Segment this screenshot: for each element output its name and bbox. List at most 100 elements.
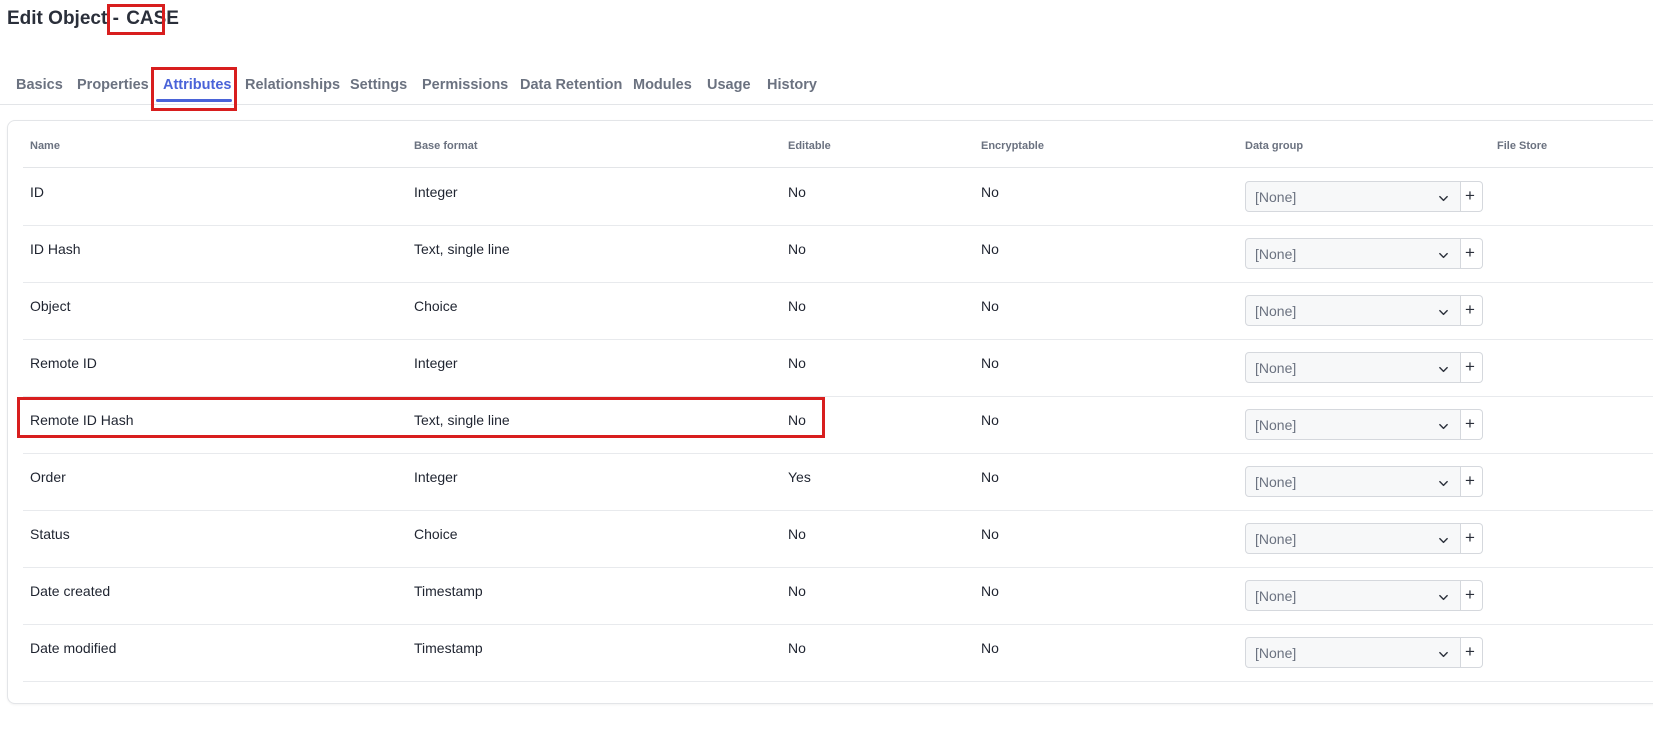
plus-icon: + — [1465, 414, 1475, 433]
chevron-down-icon — [1438, 590, 1449, 601]
data-group-select-value: [None] — [1255, 645, 1297, 661]
cell-name: ID Hash — [30, 241, 81, 257]
chevron-down-icon — [1438, 191, 1449, 202]
cell-base-format: Timestamp — [414, 583, 483, 599]
plus-icon: + — [1465, 300, 1475, 319]
column-header-base-format[interactable]: Base format — [414, 140, 478, 152]
tab-bar: Basics Properties Attributes Relationshi… — [0, 70, 1653, 105]
cell-name: Date modified — [30, 640, 117, 656]
cell-editable: No — [788, 184, 806, 200]
tab-properties[interactable]: Properties — [77, 77, 149, 93]
cell-editable: No — [788, 298, 806, 314]
plus-icon: + — [1465, 186, 1475, 205]
table-row: ID Hash Text, single line No No [None] + — [23, 225, 1653, 283]
table-row: Date modified Timestamp No No [None] + — [23, 624, 1653, 682]
tab-usage[interactable]: Usage — [707, 77, 751, 93]
data-group-select[interactable]: [None] — [1245, 466, 1461, 497]
cell-editable: No — [788, 640, 806, 656]
plus-icon: + — [1465, 528, 1475, 547]
cell-base-format: Integer — [414, 469, 458, 485]
tab-modules[interactable]: Modules — [633, 77, 692, 93]
chevron-down-icon — [1438, 419, 1449, 430]
plus-icon: + — [1465, 471, 1475, 490]
cell-encryptable: No — [981, 241, 999, 257]
cell-base-format: Text, single line — [414, 241, 510, 257]
data-group-select[interactable]: [None] — [1245, 580, 1461, 611]
tab-history[interactable]: History — [767, 77, 817, 93]
cell-encryptable: No — [981, 355, 999, 371]
plus-icon: + — [1465, 585, 1475, 604]
cell-name: Remote ID — [30, 355, 97, 371]
add-data-group-button[interactable]: + — [1461, 352, 1483, 383]
data-group-select-value: [None] — [1255, 474, 1297, 490]
cell-editable: No — [788, 241, 806, 257]
data-group-select-value: [None] — [1255, 531, 1297, 547]
tab-permissions[interactable]: Permissions — [422, 77, 508, 93]
add-data-group-button[interactable]: + — [1461, 523, 1483, 554]
column-header-name[interactable]: Name — [30, 140, 60, 152]
column-header-data-group[interactable]: Data group — [1245, 140, 1303, 152]
tab-settings[interactable]: Settings — [350, 77, 407, 93]
data-group-select[interactable]: [None] — [1245, 181, 1461, 212]
column-header-editable[interactable]: Editable — [788, 140, 831, 152]
table-row: Order Integer Yes No [None] + — [23, 453, 1653, 511]
table-row: Date created Timestamp No No [None] + — [23, 567, 1653, 625]
data-group-select-value: [None] — [1255, 360, 1297, 376]
data-group-select[interactable]: [None] — [1245, 523, 1461, 554]
cell-name: Date created — [30, 583, 111, 599]
cell-name: ID — [30, 184, 44, 200]
data-group-select-value: [None] — [1255, 588, 1297, 604]
cell-base-format: Integer — [414, 355, 458, 371]
cell-editable: Yes — [788, 469, 811, 485]
highlight-box-row — [17, 397, 825, 438]
table-row: ID Integer No No [None] + — [23, 168, 1653, 226]
data-group-select[interactable]: [None] — [1245, 637, 1461, 668]
column-header-file-store[interactable]: File Store — [1497, 140, 1547, 152]
data-group-select-value: [None] — [1255, 246, 1297, 262]
chevron-down-icon — [1438, 305, 1449, 316]
chevron-down-icon — [1438, 248, 1449, 259]
chevron-down-icon — [1438, 533, 1449, 544]
cell-base-format: Choice — [414, 526, 458, 542]
data-group-select-value: [None] — [1255, 189, 1297, 205]
data-group-select[interactable]: [None] — [1245, 352, 1461, 383]
cell-base-format: Integer — [414, 184, 458, 200]
table-header: Name Base format Editable Encryptable Da… — [23, 127, 1653, 168]
cell-name: Order — [30, 469, 66, 485]
data-group-select[interactable]: [None] — [1245, 295, 1461, 326]
tab-basics[interactable]: Basics — [16, 77, 63, 93]
data-group-select-value: [None] — [1255, 417, 1297, 433]
cell-encryptable: No — [981, 412, 999, 428]
plus-icon: + — [1465, 357, 1475, 376]
add-data-group-button[interactable]: + — [1461, 466, 1483, 497]
add-data-group-button[interactable]: + — [1461, 580, 1483, 611]
highlight-box-title — [107, 4, 165, 35]
chevron-down-icon — [1438, 476, 1449, 487]
cell-editable: No — [788, 583, 806, 599]
cell-base-format: Choice — [414, 298, 458, 314]
plus-icon: + — [1465, 642, 1475, 661]
cell-encryptable: No — [981, 526, 999, 542]
cell-encryptable: No — [981, 469, 999, 485]
plus-icon: + — [1465, 243, 1475, 262]
cell-encryptable: No — [981, 640, 999, 656]
cell-name: Object — [30, 298, 71, 314]
cell-base-format: Timestamp — [414, 640, 483, 656]
chevron-down-icon — [1438, 362, 1449, 373]
data-group-select-value: [None] — [1255, 303, 1297, 319]
add-data-group-button[interactable]: + — [1461, 238, 1483, 269]
add-data-group-button[interactable]: + — [1461, 295, 1483, 326]
chevron-down-icon — [1438, 647, 1449, 658]
table-row: Remote ID Integer No No [None] + — [23, 339, 1653, 397]
tab-data-retention[interactable]: Data Retention — [520, 77, 622, 93]
table-row: Status Choice No No [None] + — [23, 510, 1653, 568]
tab-relationships[interactable]: Relationships — [245, 77, 340, 93]
highlight-box-tab — [151, 67, 237, 111]
data-group-select[interactable]: [None] — [1245, 238, 1461, 269]
add-data-group-button[interactable]: + — [1461, 409, 1483, 440]
data-group-select[interactable]: [None] — [1245, 409, 1461, 440]
add-data-group-button[interactable]: + — [1461, 637, 1483, 668]
column-header-encryptable[interactable]: Encryptable — [981, 140, 1044, 152]
table-row: Object Choice No No [None] + — [23, 282, 1653, 340]
add-data-group-button[interactable]: + — [1461, 181, 1483, 212]
